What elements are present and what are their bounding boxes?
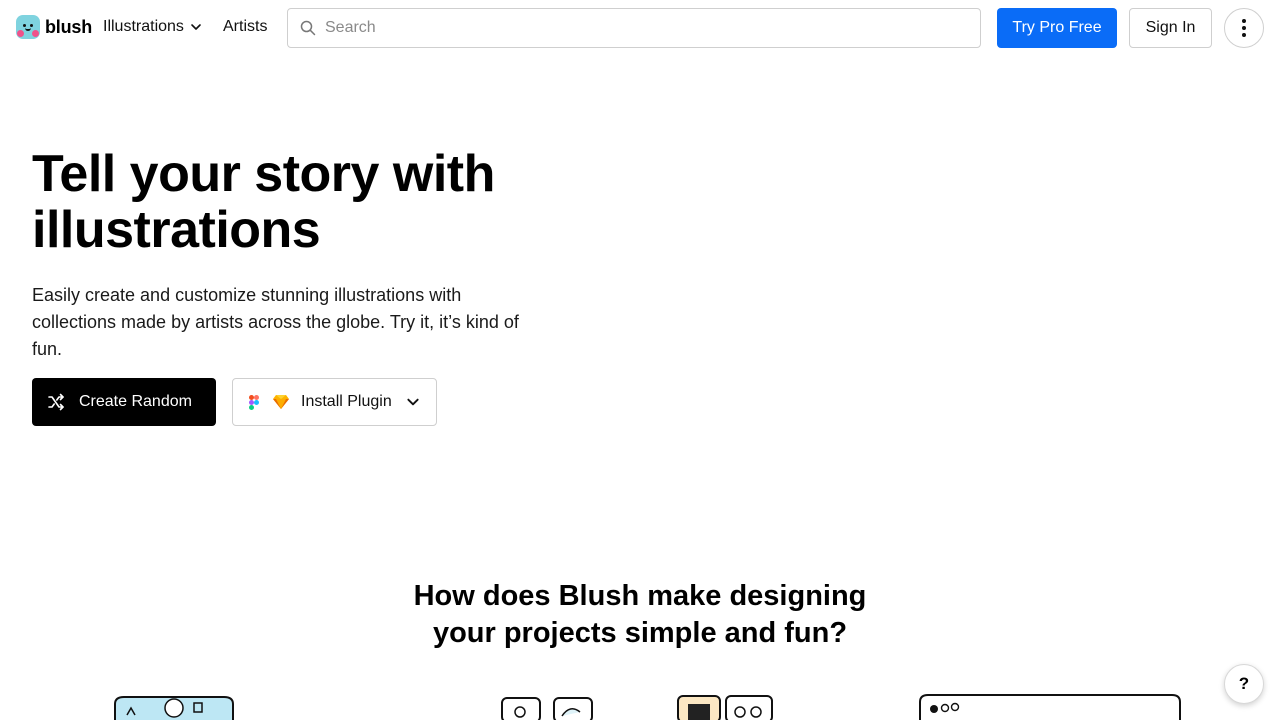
sketch-icon [273, 395, 289, 409]
hero-title-line1: Tell your story with [32, 145, 495, 203]
search-icon [300, 20, 316, 36]
create-random-button[interactable]: Create Random [32, 378, 216, 426]
shuffle-icon [48, 393, 64, 411]
hero-title: Tell your story with illustrations [32, 146, 592, 258]
nav-artists-label: Artists [223, 18, 268, 35]
feature-illustration-4 [919, 694, 1181, 720]
nav-illustrations-dropdown[interactable]: Illustrations [103, 18, 202, 36]
section-title-line2: your projects simple and fun? [432, 617, 848, 649]
more-vertical-icon [1242, 19, 1246, 23]
section-title-line1: How does Blush make designing [413, 580, 867, 612]
section-title: How does Blush make designing your proje… [340, 578, 940, 652]
feature-illustration-2 [501, 697, 593, 720]
help-icon: ? [1238, 674, 1250, 693]
install-plugin-label: Install Plugin [301, 393, 392, 410]
figma-icon [249, 394, 259, 410]
help-button[interactable]: ? [1224, 664, 1264, 704]
try-pro-button[interactable]: Try Pro Free [997, 8, 1117, 48]
feature-illustration-1 [114, 696, 234, 720]
search-input[interactable] [325, 19, 945, 37]
logo-icon [16, 15, 40, 39]
sign-in-button[interactable]: Sign In [1129, 8, 1212, 48]
nav-illustrations-label: Illustrations [103, 18, 184, 35]
feature-illustration-3 [677, 695, 773, 720]
nav-artists-link[interactable]: Artists [223, 18, 267, 36]
chevron-down-icon [191, 24, 201, 30]
hero-title-line2: illustrations [32, 201, 321, 259]
brand-logo[interactable]: blush [16, 15, 92, 39]
hero-subtitle: Easily create and customize stunning ill… [32, 285, 519, 359]
create-random-label: Create Random [79, 393, 192, 410]
install-plugin-button[interactable]: Install Plugin [232, 378, 437, 426]
brand-name: blush [45, 16, 92, 37]
search-bar[interactable] [287, 8, 981, 48]
chevron-down-icon [407, 398, 419, 406]
top-navbar: blush Illustrations Artists Try Pro Free… [0, 0, 1280, 56]
more-menu-button[interactable] [1224, 8, 1264, 48]
